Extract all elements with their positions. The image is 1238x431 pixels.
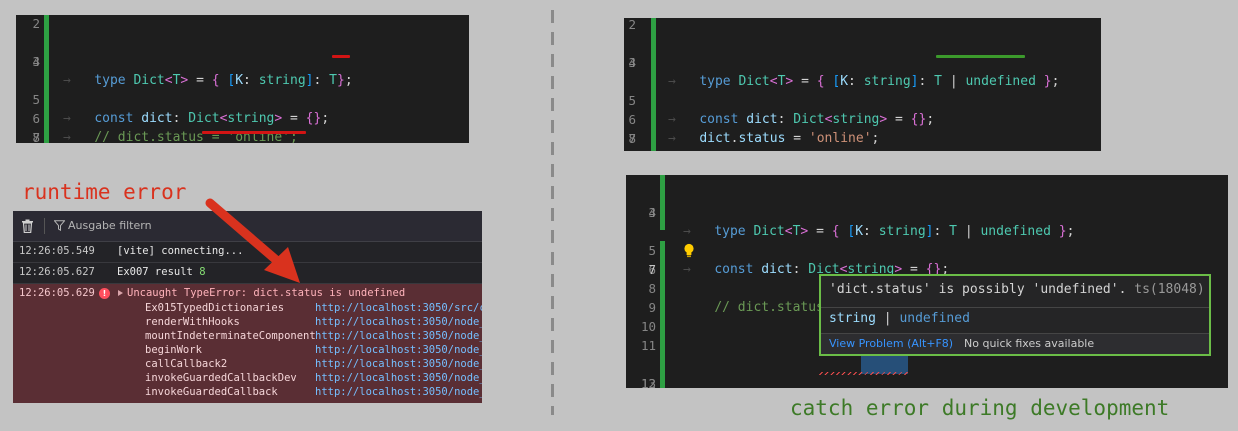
stack-link[interactable]: http://localhost:3050/node_m	[315, 315, 482, 329]
no-quick-fixes-label: No quick fixes available	[964, 337, 1095, 350]
stack-link[interactable]: http://localhost:3050/node_m	[315, 329, 482, 343]
line-number: 8	[648, 281, 656, 296]
console-row: 12:26:05.549 [vite] connecting...	[13, 241, 482, 263]
expand-triangle-icon[interactable]	[118, 290, 123, 296]
line-number: 2	[628, 18, 636, 32]
highlight-underline	[936, 55, 1025, 58]
console-error-entry[interactable]: 12:26:05.629 ! Uncaught TypeError: dict.…	[13, 284, 482, 403]
stack-frame: callCallback2 http://localhost:3050/node_…	[13, 357, 482, 371]
error-message: Uncaught TypeError: dict.status is undef…	[127, 287, 406, 299]
stack-frame: invokeGuardedCallbackDev http://localhost…	[13, 371, 482, 385]
stack-link[interactable]: http://localhost:3050/node_m	[315, 343, 482, 357]
line-number: 9	[648, 300, 656, 315]
stack-frame: renderWithHooks http://localhost:3050/nod…	[13, 315, 482, 329]
line-number: 8	[32, 130, 40, 143]
line-number: 10	[640, 319, 656, 334]
line-number: 8	[628, 131, 636, 146]
browser-console: Ausgabe filtern 12:26:05.549 [vite] conn…	[13, 211, 482, 403]
stack-link[interactable]: http://localhost:3050/node_m	[315, 385, 482, 399]
stack-link[interactable]: http://localhost:3050/src/co	[315, 301, 482, 315]
runtime-error-label: runtime error	[22, 180, 187, 204]
line-number: 2	[32, 16, 40, 31]
toolbar-separator	[44, 218, 45, 234]
error-icon: !	[99, 288, 110, 299]
line-number: 4	[32, 54, 40, 69]
line-number: 4	[628, 55, 636, 70]
line-number: 13	[640, 376, 656, 388]
console-toolbar: Ausgabe filtern	[13, 211, 482, 242]
panel-divider	[551, 10, 554, 415]
hover-popup: 'dict.status' is possibly 'undefined'. t…	[819, 274, 1211, 356]
editor-top-right: 2 3 → type Dict<T> = { [K: string]: T | …	[624, 18, 1101, 151]
lightbulb-icon[interactable]	[683, 243, 695, 258]
popup-type: string | undefined	[829, 311, 970, 326]
trash-icon[interactable]	[21, 219, 34, 233]
stack-frame: invokeGuardedCallback http://localhost:30…	[13, 385, 482, 399]
stack-link[interactable]: http://localhost:3050/node_m	[315, 371, 482, 385]
filter-icon	[54, 220, 65, 231]
error-underline	[202, 131, 306, 134]
catch-error-label: catch error during development	[790, 396, 1170, 420]
line-number: 4	[648, 205, 656, 220]
line-number: 7	[648, 262, 656, 277]
line-number: 11	[640, 338, 656, 353]
console-row: 12:26:05.627 Ex007 result 8	[13, 262, 482, 284]
code-line-assign: → dict.status = dict.status.toUpperCase(…	[668, 148, 1012, 151]
stack-frame: mountIndeterminateComponent http://localh…	[13, 329, 482, 343]
view-problem-link[interactable]: View Problem (Alt+F8)	[829, 337, 953, 350]
editor-top-left: 2 3 → type Dict<T> = { [K: string]: T}; …	[16, 15, 469, 143]
error-underline	[332, 55, 350, 58]
stack-frame: Ex015TypedDictionaries http://localhost:3…	[13, 301, 482, 315]
filter-input[interactable]: Ausgabe filtern	[68, 219, 152, 232]
popup-message: 'dict.status' is possibly 'undefined'. t…	[829, 282, 1205, 297]
stack-frame: beginWork http://localhost:3050/node_m	[13, 343, 482, 357]
stack-link[interactable]: http://localhost:3050/node_m	[315, 357, 482, 371]
